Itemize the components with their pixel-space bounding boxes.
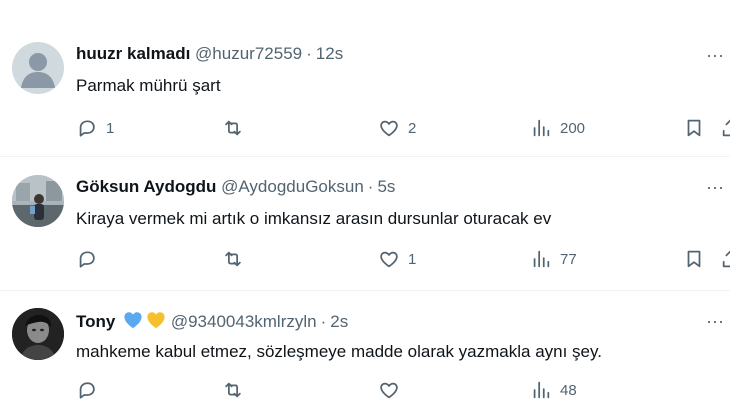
- more-options-icon[interactable]: ···: [706, 178, 724, 200]
- analytics-icon: [533, 119, 550, 137]
- reply-header: Tony @9340043kmlrzyln · 2s: [76, 311, 348, 334]
- reply-count: 1: [106, 119, 115, 137]
- reply-text: Parmak mührü şart: [76, 76, 221, 95]
- reply-button[interactable]: [76, 379, 106, 401]
- display-name[interactable]: huuzr kalmadı: [76, 44, 190, 63]
- repost-icon: [225, 382, 241, 398]
- separator-dot: ·: [367, 177, 374, 196]
- like-button[interactable]: 1: [378, 248, 416, 270]
- yellow-heart-icon: [146, 311, 166, 334]
- bookmark-icon: [687, 119, 701, 137]
- timestamp[interactable]: 2s: [330, 312, 348, 331]
- reply-text: mahkeme kabul etmez, sözleşmeye madde ol…: [76, 342, 602, 361]
- reply-button[interactable]: 1: [76, 117, 114, 139]
- default-avatar-icon: [21, 53, 55, 88]
- share-button[interactable]: [720, 117, 730, 139]
- avatar[interactable]: [12, 308, 64, 360]
- reply-icon: [79, 382, 95, 399]
- views-button[interactable]: 200: [530, 117, 585, 139]
- separator-dot: ·: [320, 312, 327, 331]
- like-button[interactable]: 2: [378, 117, 416, 139]
- blue-heart-icon: [123, 311, 143, 334]
- reply-button[interactable]: [76, 248, 106, 270]
- heart-icon: [380, 120, 398, 137]
- reply-text: Kiraya vermek mi artık o imkansız arasın…: [76, 209, 552, 228]
- username-handle[interactable]: @huzur72559: [195, 44, 302, 63]
- repost-button[interactable]: [222, 379, 252, 401]
- photo-avatar-icon: [12, 308, 64, 360]
- reply-header: Göksun Aydogdu @AydogduGoksun · 5s: [76, 177, 395, 197]
- views-button[interactable]: 77: [530, 248, 577, 270]
- display-name[interactable]: Göksun Aydogdu: [76, 177, 216, 196]
- display-name[interactable]: Tony: [76, 312, 115, 331]
- reply-icon: [79, 120, 95, 137]
- bookmark-icon: [687, 250, 701, 268]
- share-button[interactable]: [720, 248, 730, 270]
- analytics-icon: [533, 250, 550, 268]
- view-count: 200: [560, 119, 586, 137]
- timestamp[interactable]: 12s: [316, 44, 343, 63]
- avatar[interactable]: [12, 175, 64, 227]
- avatar[interactable]: [12, 42, 64, 94]
- more-options-icon[interactable]: ···: [706, 46, 724, 68]
- repost-button[interactable]: [222, 117, 252, 139]
- like-count: 2: [408, 119, 417, 137]
- analytics-icon: [533, 381, 550, 399]
- bookmark-button[interactable]: [683, 248, 705, 270]
- repost-button[interactable]: [222, 248, 252, 270]
- more-options-icon[interactable]: ···: [706, 312, 724, 334]
- like-count: 1: [408, 250, 417, 268]
- reply-item[interactable]: Göksun Aydogdu @AydogduGoksun · 5s ··· Kir…: [0, 157, 730, 291]
- reply-item[interactable]: huuzr kalmadı @huzur72559 · 12s ··· Parmak…: [0, 28, 730, 157]
- views-button[interactable]: 48: [530, 379, 577, 401]
- share-icon: [722, 119, 730, 137]
- view-count: 77: [560, 250, 577, 268]
- share-icon: [722, 250, 730, 268]
- separator-dot: ·: [306, 44, 312, 63]
- heart-icon: [380, 251, 398, 268]
- reply-icon: [79, 251, 95, 268]
- heart-icon: [380, 382, 398, 399]
- reply-item[interactable]: Tony @9340043kmlrzyln · 2s ··· mahkeme kab…: [0, 291, 730, 420]
- photo-avatar-icon: [12, 175, 64, 227]
- username-handle[interactable]: @9340043kmlrzyln: [171, 312, 317, 331]
- username-handle[interactable]: @AydogduGoksun: [221, 177, 364, 196]
- timestamp[interactable]: 5s: [377, 177, 395, 196]
- bookmark-button[interactable]: [683, 117, 705, 139]
- repost-icon: [225, 120, 241, 136]
- like-button[interactable]: [378, 379, 408, 401]
- view-count: 48: [560, 381, 577, 399]
- reply-header: huuzr kalmadı @huzur72559 · 12s: [76, 44, 343, 64]
- repost-icon: [225, 251, 241, 267]
